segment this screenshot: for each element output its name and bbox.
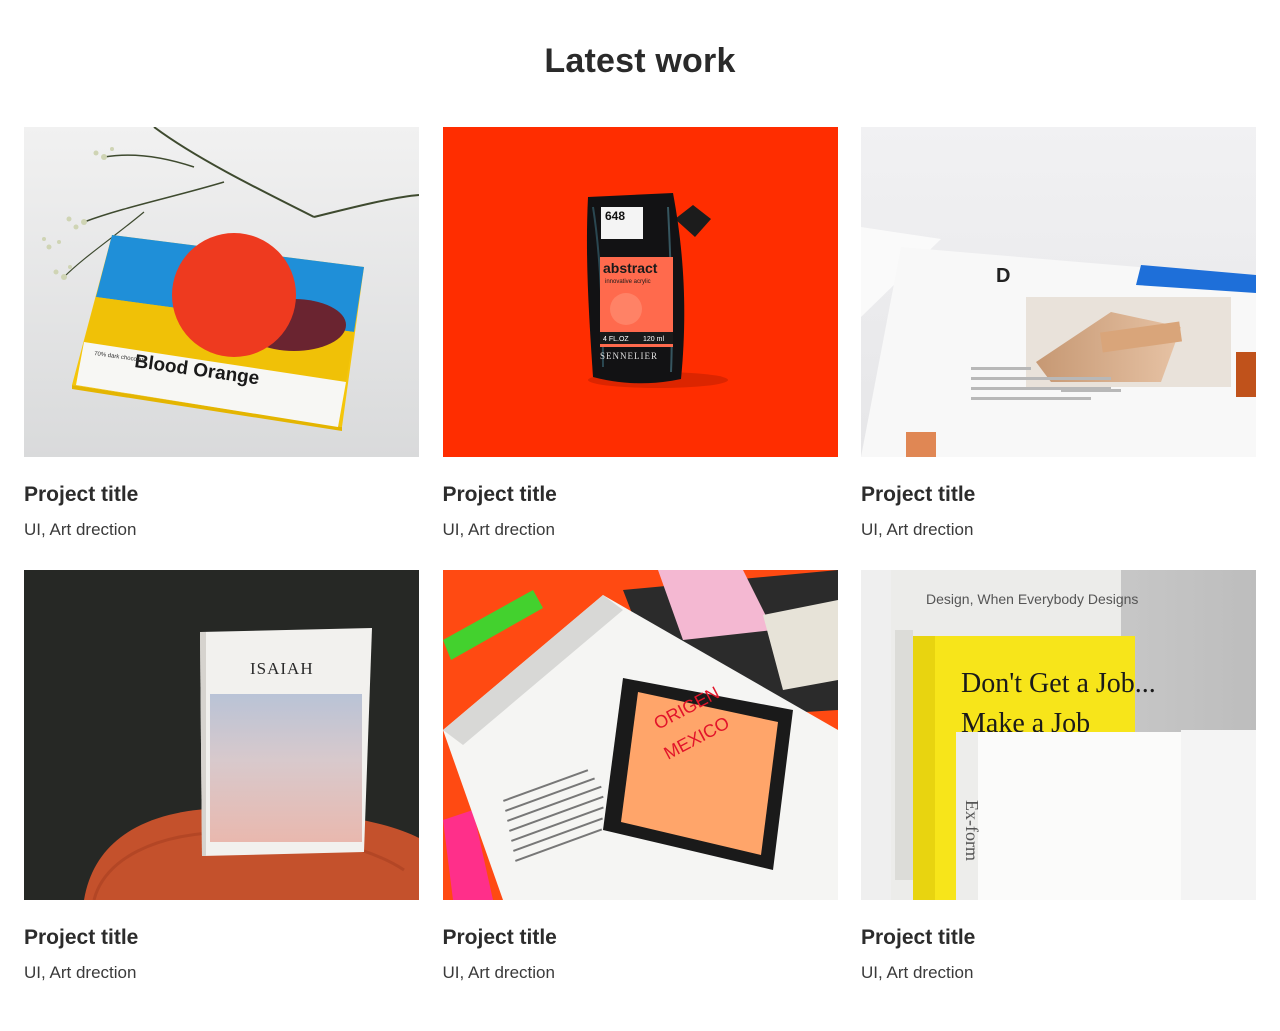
book-back-title-text: Design, When Everybody Designs <box>926 591 1138 607</box>
section-title: Latest work <box>544 42 736 80</box>
project-thumbnail[interactable]: ISAIAH <box>24 570 419 900</box>
project-thumbnail[interactable]: D <box>861 127 1256 457</box>
project-thumbnail[interactable]: Blood Orange 70% dark chocolate <box>24 127 419 457</box>
acrylic-paint-pouch-image: 648 abstract innovative acrylic 4 FL.OZ … <box>442 127 838 457</box>
project-tags: UI, Art drection <box>442 963 555 982</box>
pouch-brand-text: abstract <box>603 260 658 276</box>
project-title[interactable]: Project title <box>861 457 1256 507</box>
project-title[interactable]: Project title <box>443 457 838 507</box>
book-title-text: ISAIAH <box>250 659 314 678</box>
project-card[interactable]: D Project title UI, Art drection <box>861 127 1256 570</box>
white-book-spine-text: Ex-form <box>962 800 982 861</box>
project-grid: Blood Orange 70% dark chocolate Project … <box>24 127 1256 1013</box>
project-card[interactable]: Blood Orange 70% dark chocolate Project … <box>24 127 419 570</box>
project-tags: UI, Art drection <box>24 963 137 982</box>
project-card[interactable]: Design, When Everybody Designs Don't Get… <box>861 570 1256 1013</box>
pouch-sub-text: innovative acrylic <box>605 279 651 285</box>
yellow-book-title-text: Don't Get a Job... <box>961 668 1156 699</box>
pouch-number-text: 648 <box>605 209 625 223</box>
project-tags: UI, Art drection <box>24 520 137 539</box>
isaiah-book-image: ISAIAH <box>24 570 419 900</box>
project-title[interactable]: Project title <box>24 457 419 507</box>
page-letter-text: D <box>996 265 1010 287</box>
project-title[interactable]: Project title <box>24 900 419 950</box>
project-title[interactable]: Project title <box>443 900 838 950</box>
project-card[interactable]: 648 abstract innovative acrylic 4 FL.OZ … <box>442 127 838 570</box>
project-tags: UI, Art drection <box>442 520 555 539</box>
pouch-volume-oz-text: 4 FL.OZ <box>603 336 629 343</box>
project-tags: UI, Art drection <box>861 963 974 982</box>
pouch-volume-ml-text: 120 ml <box>643 336 664 343</box>
project-thumbnail[interactable]: 648 abstract innovative acrylic 4 FL.OZ … <box>442 127 838 457</box>
open-magazine-image: ORIGEN MEXICO <box>442 570 838 900</box>
project-card[interactable]: ISAIAH Project title UI, Art drection <box>24 570 419 1013</box>
project-title[interactable]: Project title <box>861 900 1256 950</box>
project-card[interactable]: ORIGEN MEXICO Project title UI, Art drec… <box>442 570 838 1013</box>
project-tags: UI, Art drection <box>861 520 974 539</box>
project-thumbnail[interactable]: ORIGEN MEXICO <box>442 570 838 900</box>
project-thumbnail[interactable]: Design, When Everybody Designs Don't Get… <box>861 570 1256 900</box>
design-books-image: Design, When Everybody Designs Don't Get… <box>861 570 1256 900</box>
printed-page-image: D <box>861 127 1256 457</box>
blood-orange-package-image: Blood Orange 70% dark chocolate <box>24 127 419 457</box>
pouch-maker-text: SENNELIER <box>600 351 658 361</box>
